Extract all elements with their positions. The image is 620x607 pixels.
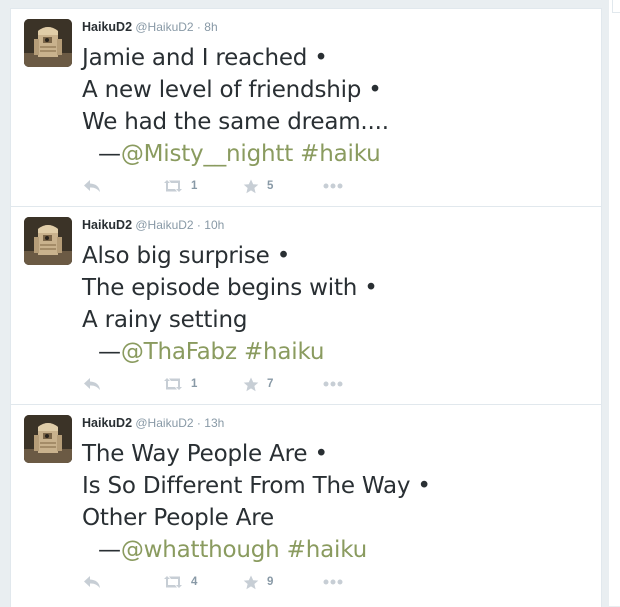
author-handle[interactable]: @HaikuD2 (135, 416, 193, 430)
tweet-timeline: HaikuD2 @HaikuD2 · 8h Jamie and I reache… (10, 8, 602, 607)
tweet-text: Also big surprise • The episode begins w… (82, 240, 378, 368)
author-handle[interactable]: @HaikuD2 (135, 20, 193, 34)
right-column-box (612, 0, 620, 13)
retweet-count: 1 (191, 180, 198, 192)
haiku-line: We had the same dream.... (82, 109, 389, 135)
haiku-line: Jamie and I reached • (82, 45, 328, 71)
tweet[interactable]: HaikuD2 @HaikuD2 · 8h Jamie and I reache… (11, 9, 601, 207)
reply-button[interactable] (83, 175, 101, 197)
tweet-text: Jamie and I reached • A new level of fri… (82, 42, 389, 170)
robot-avatar-icon (24, 415, 72, 463)
tweet-actions: 1 7 (83, 373, 383, 395)
avatar[interactable] (24, 217, 72, 265)
tweet-header: HaikuD2 @HaikuD2 · 10h (82, 217, 224, 233)
haiku-line: The episode begins with • (82, 275, 378, 301)
attribution-line: —@whatthough #haiku (82, 534, 431, 566)
favorite-count: 9 (267, 576, 274, 588)
tweet-actions: 4 9 (83, 571, 383, 593)
timestamp[interactable]: 8h (204, 20, 217, 34)
attribution-line: —@Misty__nightt #haiku (82, 138, 389, 170)
more-button[interactable] (323, 373, 343, 395)
mention-link[interactable]: @Misty__nightt (121, 141, 293, 167)
hashtag-link[interactable]: #haiku (244, 339, 325, 365)
attribution-dash: — (98, 141, 121, 167)
reply-icon (84, 378, 100, 390)
attribution-line: —@ThaFabz #haiku (82, 336, 378, 368)
attribution-dash: — (98, 339, 121, 365)
retweet-button[interactable]: 4 (163, 571, 197, 593)
separator: · (196, 416, 201, 430)
more-icon (323, 579, 343, 585)
favorite-count: 5 (267, 180, 274, 192)
hashtag-link[interactable]: #haiku (300, 141, 381, 167)
haiku-line: Also big surprise • (82, 243, 291, 269)
favorite-button[interactable]: 7 (243, 373, 273, 395)
mention-link[interactable]: @whatthough (121, 537, 280, 563)
retweet-count: 1 (191, 378, 198, 390)
haiku-line: Other People Are (82, 505, 274, 531)
tweet-text: The Way People Are • Is So Different Fro… (82, 438, 431, 566)
timestamp[interactable]: 10h (204, 218, 224, 232)
more-icon (323, 381, 343, 387)
retweet-button[interactable]: 1 (163, 175, 197, 197)
author-name[interactable]: HaikuD2 (82, 20, 132, 34)
retweet-icon (164, 378, 182, 390)
tweet-actions: 1 5 (83, 175, 383, 197)
haiku-line: Is So Different From The Way • (82, 473, 431, 499)
favorite-button[interactable]: 9 (243, 571, 273, 593)
retweet-count: 4 (191, 576, 198, 588)
more-button[interactable] (323, 175, 343, 197)
haiku-line: A rainy setting (82, 307, 248, 333)
right-column-edge (609, 0, 620, 606)
tweet-header: HaikuD2 @HaikuD2 · 8h (82, 19, 218, 35)
favorite-button[interactable]: 5 (243, 175, 273, 197)
attribution-dash: — (98, 537, 121, 563)
avatar[interactable] (24, 19, 72, 67)
robot-avatar-icon (24, 19, 72, 67)
retweet-button[interactable]: 1 (163, 373, 197, 395)
more-button[interactable] (323, 571, 343, 593)
haiku-line: A new level of friendship • (82, 77, 382, 103)
robot-avatar-icon (24, 217, 72, 265)
separator: · (196, 20, 201, 34)
star-icon (243, 575, 259, 589)
separator: · (196, 218, 201, 232)
retweet-icon (164, 180, 182, 192)
avatar[interactable] (24, 415, 72, 463)
author-name[interactable]: HaikuD2 (82, 416, 132, 430)
mention-link[interactable]: @ThaFabz (121, 339, 237, 365)
tweet-header: HaikuD2 @HaikuD2 · 13h (82, 415, 224, 431)
haiku-line: The Way People Are • (82, 441, 328, 467)
author-handle[interactable]: @HaikuD2 (135, 218, 193, 232)
star-icon (243, 377, 259, 391)
reply-icon (84, 576, 100, 588)
reply-button[interactable] (83, 373, 101, 395)
tweet[interactable]: HaikuD2 @HaikuD2 · 10h Also big surprise… (11, 207, 601, 405)
more-icon (323, 183, 343, 189)
tweet[interactable]: HaikuD2 @HaikuD2 · 13h The Way People Ar… (11, 405, 601, 607)
reply-icon (84, 180, 100, 192)
reply-button[interactable] (83, 571, 101, 593)
author-name[interactable]: HaikuD2 (82, 218, 132, 232)
hashtag-link[interactable]: #haiku (287, 537, 368, 563)
retweet-icon (164, 576, 182, 588)
favorite-count: 7 (267, 378, 274, 390)
star-icon (243, 179, 259, 193)
timestamp[interactable]: 13h (204, 416, 224, 430)
